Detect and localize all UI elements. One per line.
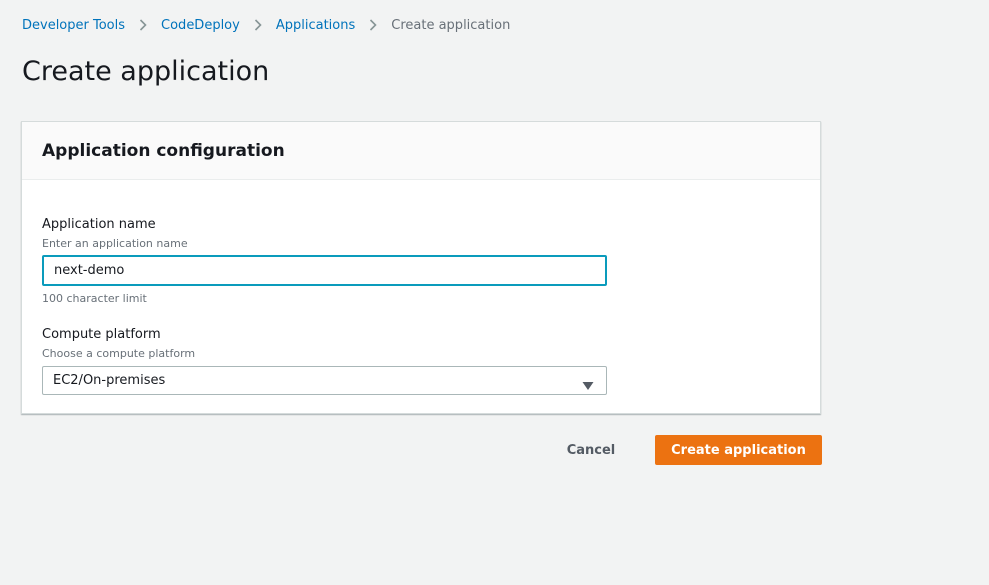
page-title: Create application xyxy=(22,56,270,87)
caret-down-icon xyxy=(582,376,594,390)
application-configuration-panel: Application configuration Application na… xyxy=(21,121,821,414)
application-name-input[interactable] xyxy=(42,255,607,286)
cancel-button[interactable]: Cancel xyxy=(556,436,626,465)
breadcrumb-codedeploy[interactable]: CodeDeploy xyxy=(161,18,240,33)
panel-header: Application configuration xyxy=(22,122,820,180)
breadcrumb-developer-tools[interactable]: Developer Tools xyxy=(22,18,125,33)
chevron-right-icon xyxy=(355,18,391,33)
panel-title: Application configuration xyxy=(42,141,285,161)
breadcrumb-current: Create application xyxy=(391,17,511,33)
create-application-button[interactable]: Create application xyxy=(655,435,822,465)
create-application-page: Developer Tools CodeDeploy Applications … xyxy=(0,0,989,585)
compute-platform-select[interactable]: EC2/On-premises xyxy=(42,366,607,395)
application-name-constraint: 100 character limit xyxy=(42,292,147,305)
application-name-description: Enter an application name xyxy=(42,237,188,250)
breadcrumb-applications[interactable]: Applications xyxy=(276,18,355,33)
chevron-right-icon xyxy=(240,18,276,33)
chevron-right-icon xyxy=(125,18,161,33)
application-name-label: Application name xyxy=(42,217,156,232)
compute-platform-selected-value: EC2/On-premises xyxy=(53,373,166,388)
breadcrumb: Developer Tools CodeDeploy Applications … xyxy=(22,15,510,35)
compute-platform-label: Compute platform xyxy=(42,327,161,342)
compute-platform-description: Choose a compute platform xyxy=(42,347,196,360)
